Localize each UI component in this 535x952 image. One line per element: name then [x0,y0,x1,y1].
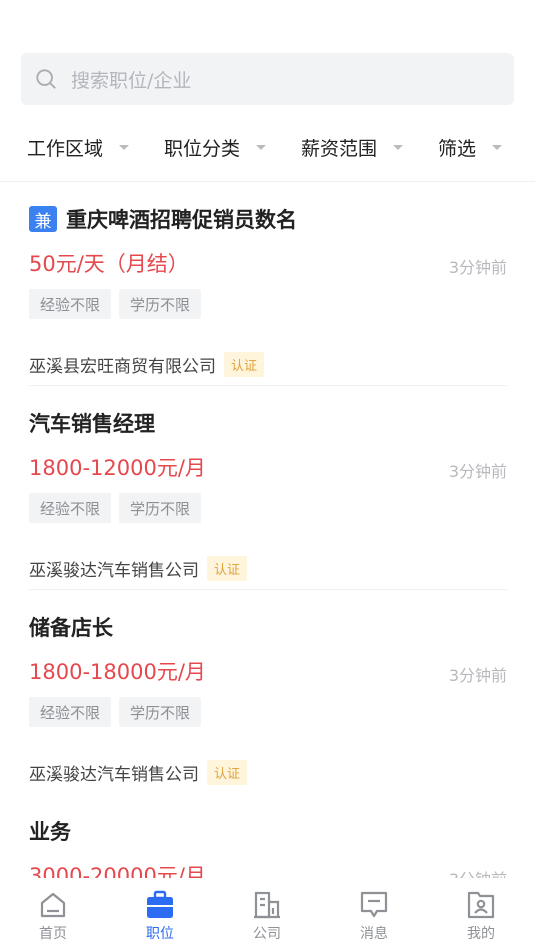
filter-salary-range[interactable]: 薪资范围 [301,134,404,161]
job-tags: 经验不限 学历不限 [29,289,209,319]
job-company: 巫溪县宏旺商贸有限公司 认证 [29,352,265,377]
filter-label: 职位分类 [164,138,241,160]
job-company: 巫溪骏达汽车销售公司 认证 [29,556,248,581]
message-icon [360,891,388,918]
filter-label: 筛选 [438,138,477,160]
job-salary: 50元/天（月结） [29,252,189,276]
tag-education: 学历不限 [119,697,202,727]
job-time: 3分钟前 [449,866,507,878]
job-tags: 经验不限 学历不限 [29,493,209,523]
tag-experience: 经验不限 [29,493,112,523]
search-placeholder: 搜索职位/企业 [71,69,192,92]
search-icon [36,69,56,89]
company-name: 巫溪骏达汽车销售公司 [29,765,199,785]
chevron-down-icon [492,145,503,150]
filter-bar: 工作区域 职位分类 薪资范围 筛选 [0,126,535,166]
job-title: 汽车销售经理 [29,408,507,438]
bottom-tab-bar: 首页 职位 公司 消息 我的 [0,878,535,952]
building-icon [254,891,280,919]
verified-badge: 认证 [224,352,265,377]
chevron-down-icon [119,145,130,150]
job-title: 储备店长 [29,612,507,642]
home-icon [40,892,66,918]
filter-job-category[interactable]: 职位分类 [164,134,267,161]
job-title: 业务 [29,816,507,846]
tab-label: 我的 [467,926,495,942]
tab-label: 首页 [39,926,67,942]
filter-work-area[interactable]: 工作区域 [27,134,130,161]
verified-badge: 认证 [207,556,248,581]
tab-home[interactable]: 首页 [13,878,93,952]
job-card[interactable]: 兼 重庆啤酒招聘促销员数名 50元/天（月结） 3分钟前 经验不限 学历不限 巫… [29,204,507,394]
job-salary: 1800-18000元/月 [29,660,206,684]
profile-icon [467,891,495,919]
filter-label: 工作区域 [27,138,104,160]
job-tags: 经验不限 学历不限 [29,697,209,727]
tab-jobs[interactable]: 职位 [120,878,200,952]
search-input[interactable]: 搜索职位/企业 [21,53,514,105]
job-title-text: 重庆啤酒招聘促销员数名 [66,208,297,232]
chevron-down-icon [256,145,267,150]
chevron-down-icon [393,145,404,150]
job-time: 3分钟前 [448,666,507,685]
verified-badge: 认证 [207,760,248,785]
tab-messages[interactable]: 消息 [334,878,414,952]
filter-label: 薪资范围 [301,138,378,160]
tab-label: 消息 [360,926,388,942]
job-title-text: 储备店长 [29,616,113,640]
job-card[interactable]: 业务 3000-20000元/月 3分钟前 [29,816,507,878]
job-list[interactable]: 兼 重庆啤酒招聘促销员数名 50元/天（月结） 3分钟前 经验不限 学历不限 巫… [0,182,535,878]
tab-company[interactable]: 公司 [227,878,307,952]
job-title-text: 汽车销售经理 [29,412,155,436]
briefcase-icon [147,890,173,918]
job-title-text: 业务 [29,820,71,844]
tag-experience: 经验不限 [29,697,112,727]
job-salary: 1800-12000元/月 [29,456,206,480]
company-name: 巫溪骏达汽车销售公司 [29,561,199,581]
filter-more[interactable]: 筛选 [438,134,503,161]
tab-label: 公司 [253,926,281,942]
tab-profile[interactable]: 我的 [441,878,521,952]
tag-experience: 经验不限 [29,289,112,319]
job-company: 巫溪骏达汽车销售公司 认证 [29,760,248,785]
tab-label: 职位 [146,926,174,942]
tag-education: 学历不限 [119,493,202,523]
tag-education: 学历不限 [119,289,202,319]
company-name: 巫溪县宏旺商贸有限公司 [29,357,216,377]
job-card[interactable]: 储备店长 1800-18000元/月 3分钟前 经验不限 学历不限 巫溪骏达汽车… [29,612,507,802]
job-time: 3分钟前 [448,462,507,481]
job-title: 兼 重庆啤酒招聘促销员数名 [29,204,507,234]
job-time: 3分钟前 [448,258,507,277]
divider [29,589,507,590]
part-time-badge: 兼 [29,206,57,232]
job-card[interactable]: 汽车销售经理 1800-12000元/月 3分钟前 经验不限 学历不限 巫溪骏达… [29,408,507,598]
divider [29,385,507,386]
job-salary: 3000-20000元/月 [29,864,206,878]
